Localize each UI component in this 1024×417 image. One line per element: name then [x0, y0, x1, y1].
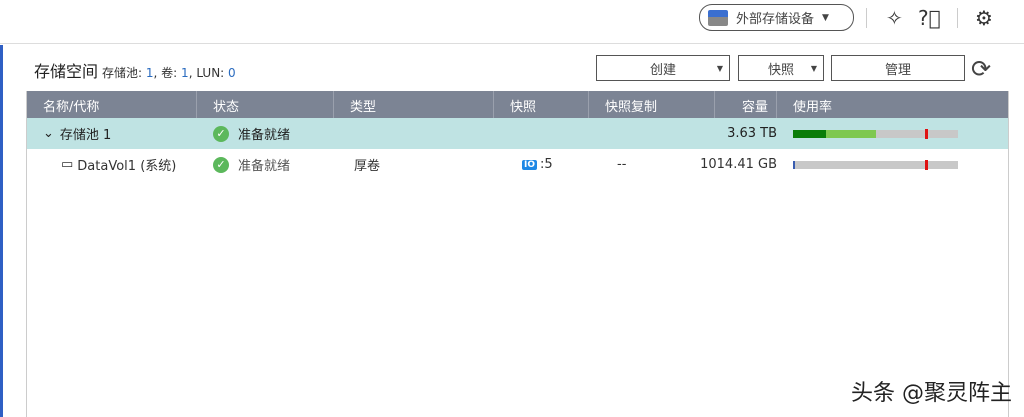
raid-disk-icon	[708, 9, 728, 26]
caret-down-icon: ▼	[716, 63, 723, 73]
chevron-down-icon[interactable]: ⌄	[43, 126, 54, 141]
col-type[interactable]: 类型	[334, 91, 494, 118]
top-bar: 外部存储设备 ▼ ✧ ?⃝ ⚙	[0, 0, 1024, 44]
watermark: 头条 @聚灵阵主	[851, 381, 1012, 406]
table-row[interactable]: ⌄ 存储池 1 ✓ 准备就绪 3.63 TB	[27, 118, 1008, 149]
usage-bar	[793, 128, 958, 139]
used-segment	[793, 129, 826, 138]
col-status[interactable]: 状态	[197, 91, 334, 118]
magic-wand-icon[interactable]: ✧	[886, 6, 903, 30]
left-accent	[0, 45, 3, 417]
col-capacity[interactable]: 容量	[715, 91, 777, 118]
manage-button[interactable]: 管理	[831, 55, 965, 81]
divider	[957, 8, 958, 28]
caret-down-icon: ▼	[810, 63, 817, 73]
storage-table: 名称/代称 状态 类型 快照 快照复制 容量 使用率 ⌄ 存储池 1 ✓ 准备就绪 …	[26, 91, 1009, 417]
used-segment	[793, 160, 795, 169]
check-icon: ✓	[213, 156, 229, 173]
check-icon: ✓	[213, 125, 229, 142]
page-title: 存储空间 存储池: 1, 卷: 1, LUN: 0	[34, 62, 236, 81]
col-usage[interactable]: 使用率	[777, 91, 1008, 118]
create-button[interactable]: 创建 ▼	[596, 55, 730, 81]
help-icon[interactable]: ?⃝	[918, 6, 941, 30]
table-row[interactable]: ▭ DataVol1 (系统) ✓ 准备就绪 厚卷 IO:5 -- 1014.41 …	[27, 149, 1008, 180]
table-header: 名称/代称 状态 类型 快照 快照复制 容量 使用率	[27, 91, 1008, 118]
snapshot-button[interactable]: 快照 ▼	[738, 55, 824, 81]
col-snapshot[interactable]: 快照	[494, 91, 589, 118]
threshold-marker	[925, 159, 928, 170]
caret-down-icon: ▼	[822, 12, 829, 23]
threshold-marker	[925, 128, 928, 139]
col-replication[interactable]: 快照复制	[589, 91, 715, 118]
snapshot-icon[interactable]: IO	[522, 159, 537, 170]
allocated-segment	[826, 129, 876, 138]
volume-icon: ▭	[61, 157, 74, 172]
external-storage-button[interactable]: 外部存储设备 ▼	[699, 4, 854, 31]
divider	[866, 8, 867, 28]
col-name[interactable]: 名称/代称	[27, 91, 197, 118]
gear-icon[interactable]: ⚙	[975, 6, 993, 30]
refresh-icon[interactable]: ⟳	[971, 55, 991, 83]
usage-bar	[793, 159, 958, 170]
